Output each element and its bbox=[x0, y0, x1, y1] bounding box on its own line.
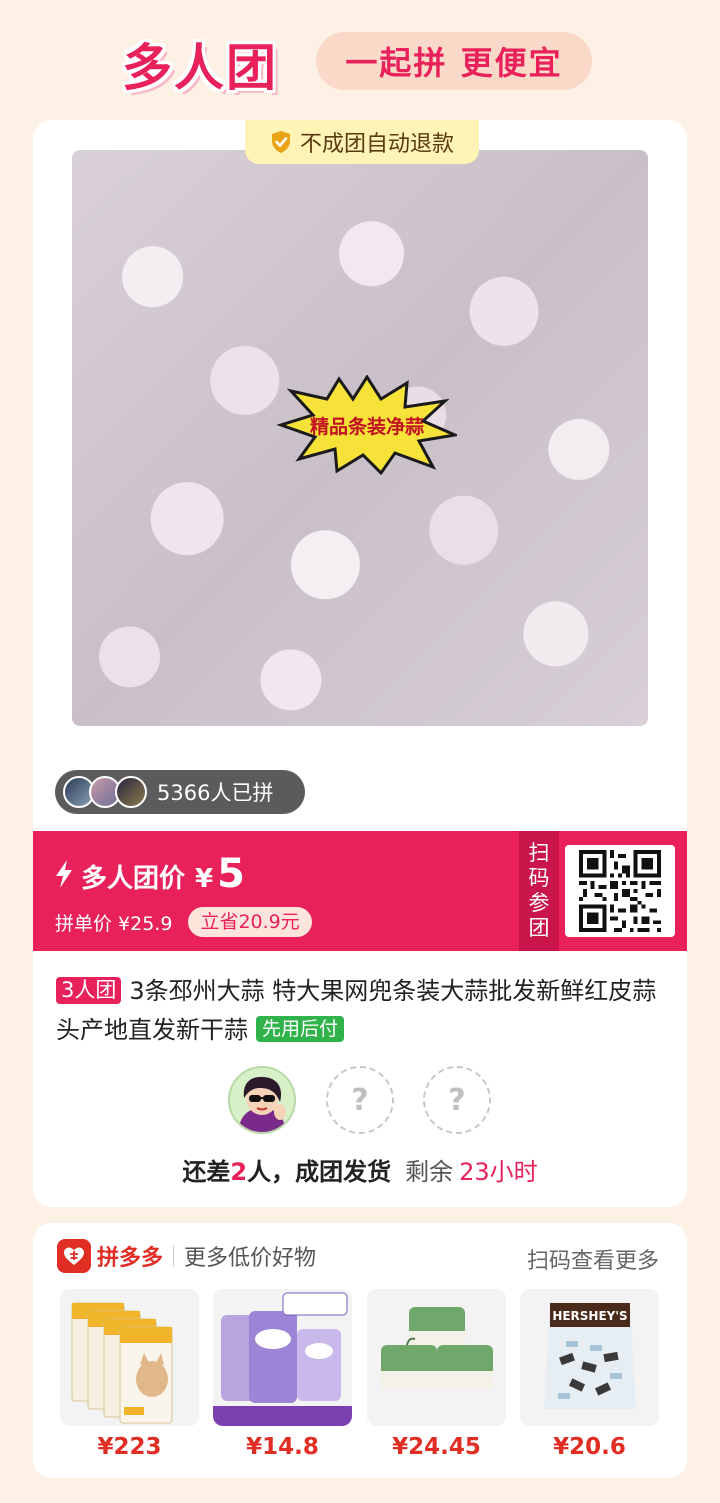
qr-code[interactable] bbox=[565, 845, 675, 937]
hersheys-brand-label: HERSHEY'S bbox=[552, 1309, 627, 1323]
recommendations-header: 拼多多 更多低价好物 bbox=[57, 1239, 316, 1273]
currency-symbol: ¥ bbox=[195, 864, 214, 894]
savings-badge: 立省20.9元 bbox=[188, 907, 312, 937]
recommended-product[interactable]: HERSHEY'S ¥20.6 bbox=[520, 1289, 659, 1460]
group-price-value: 5 bbox=[217, 851, 245, 897]
slogan-text: 一起拼 更便宜 bbox=[345, 44, 563, 82]
scan-to-join-label: 扫 码 参 团 bbox=[519, 831, 559, 951]
remaining-label: 剩余 bbox=[405, 1158, 454, 1186]
group-price-line: 多人团价 ¥ 5 bbox=[53, 851, 245, 897]
group-leader-avatar bbox=[228, 1066, 296, 1134]
product-title: 3条邳州大蒜 特大果网兜条装大蒜批发新鲜红皮蒜头产地直发新干蒜 bbox=[56, 977, 657, 1044]
scan-join-char: 扫 bbox=[528, 841, 550, 865]
solo-price: 拼单价 ¥25.9 bbox=[55, 912, 173, 935]
empty-group-slot[interactable]: ? bbox=[423, 1066, 491, 1134]
status-suffix: 人，成团发货 bbox=[247, 1158, 392, 1186]
missing-count: 2 bbox=[230, 1158, 248, 1186]
empty-group-slot[interactable]: ? bbox=[326, 1066, 394, 1134]
product-image[interactable]: 精品条装净蒜 bbox=[72, 150, 648, 726]
buyers-count-text: 5366人已拼 bbox=[157, 781, 274, 805]
remaining-time: 23小时 bbox=[459, 1158, 538, 1186]
group-size-tag: 3人团 bbox=[56, 977, 122, 1004]
fabric-softener-icon bbox=[213, 1289, 352, 1426]
product-thumbnail: HERSHEY'S bbox=[520, 1289, 659, 1426]
product-thumbnail bbox=[60, 1289, 199, 1426]
pinduoduo-name: 拼多多 bbox=[97, 1246, 164, 1271]
recommended-product[interactable]: ¥223 bbox=[60, 1289, 199, 1460]
buyer-avatar bbox=[115, 776, 147, 808]
header-divider bbox=[173, 1245, 175, 1267]
sticker-text: 精品条装净蒜 bbox=[309, 415, 424, 438]
slogan-pill: 一起拼 更便宜 bbox=[316, 32, 592, 90]
lightning-icon bbox=[56, 860, 72, 888]
price-bar: 多人团价 ¥ 5 拼单价 ¥25.9 立省20.9元 扫 码 参 团 bbox=[33, 831, 687, 951]
green-tissue-packs-icon bbox=[367, 1289, 506, 1426]
qr-code-icon bbox=[579, 850, 661, 932]
group-price-label: 多人团价 bbox=[81, 864, 186, 894]
buyers-count-pill: 5366人已拼 bbox=[55, 770, 305, 814]
recommendations-card: 拼多多 更多低价好物 扫码查看更多 ¥223 ¥14.8 ¥24.45 HERS… bbox=[33, 1223, 687, 1478]
product-price: ¥223 bbox=[97, 1434, 162, 1460]
sticker-label: 精品条装净蒜 bbox=[277, 375, 457, 475]
scan-join-char: 团 bbox=[528, 916, 550, 940]
product-price: ¥20.6 bbox=[553, 1434, 626, 1460]
sub-price-line: 拼单价 ¥25.9 立省20.9元 bbox=[55, 907, 312, 937]
status-prefix: 还差 bbox=[182, 1158, 231, 1186]
group-status-line: 还差2人，成团发货 剩余 23小时 bbox=[33, 1152, 687, 1187]
product-thumbnail bbox=[213, 1289, 352, 1426]
pay-later-tag: 先用后付 bbox=[256, 1016, 345, 1042]
product-card: 不成团自动退款 精品条装净蒜 5366人已拼 多人团价 ¥ 5 拼单价 ¥25.… bbox=[33, 120, 687, 1207]
product-thumbnail bbox=[367, 1289, 506, 1426]
refund-badge-text: 不成团自动退款 bbox=[299, 132, 454, 157]
shield-check-icon bbox=[271, 131, 290, 153]
cat-food-bags-icon bbox=[60, 1289, 199, 1426]
recommended-product[interactable]: ¥14.8 bbox=[213, 1289, 352, 1460]
refund-guarantee-badge: 不成团自动退款 bbox=[245, 120, 479, 164]
scan-join-char: 参 bbox=[528, 891, 550, 915]
product-price: ¥14.8 bbox=[246, 1434, 319, 1460]
scan-for-more-link[interactable]: 扫码查看更多 bbox=[527, 1243, 659, 1275]
product-title-block: 3人团 3条邳州大蒜 特大果网兜条装大蒜批发新鲜红皮蒜头产地直发新干蒜 先用后付 bbox=[56, 972, 666, 1050]
page-header: 多人团 一起拼 更便宜 bbox=[0, 0, 720, 118]
brand-title: 多人团 bbox=[122, 39, 278, 97]
recommendations-subtitle: 更多低价好物 bbox=[184, 1246, 317, 1271]
recommended-product[interactable]: ¥24.45 bbox=[367, 1289, 506, 1460]
leader-avatar-icon bbox=[230, 1068, 294, 1132]
pinduoduo-logo-icon bbox=[57, 1239, 91, 1273]
hersheys-candy-bag-icon: HERSHEY'S bbox=[520, 1289, 659, 1426]
product-price: ¥24.45 bbox=[392, 1434, 481, 1460]
scan-join-char: 码 bbox=[528, 866, 550, 890]
